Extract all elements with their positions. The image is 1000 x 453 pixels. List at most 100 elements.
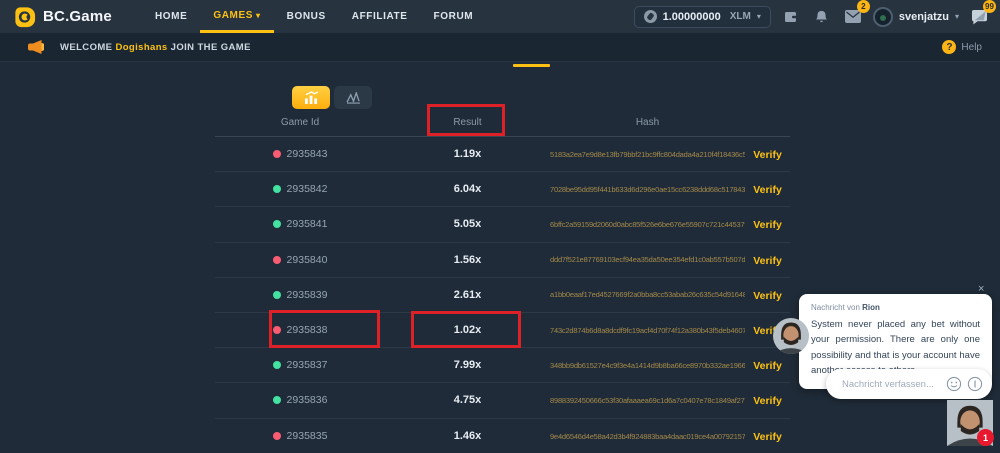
verify-link[interactable]: Verify (753, 360, 782, 372)
column-hash: Hash (550, 117, 745, 128)
table-row: 2935837 7.99x 348bb9db61527e4c9f3e4a1414… (215, 348, 790, 383)
hash-value: ddd7f521e87769103ecf94ea35da50ee354efd1c… (550, 255, 745, 264)
table-row: 2935841 5.05x 6bffc2a59159d2060d0abc85f5… (215, 207, 790, 242)
status-dot (273, 150, 281, 158)
chat-unread-badge: 1 (977, 429, 994, 446)
user-menu[interactable]: svenjatzu ▾ (873, 7, 959, 27)
result-value: 1.46x (385, 430, 550, 442)
trend-icon (346, 92, 361, 104)
bc-coin-icon (14, 6, 36, 28)
chevron-down-icon: ▾ (955, 12, 959, 21)
chat-toggle-button[interactable]: 99 (968, 6, 990, 28)
game-id: 2935840 (287, 254, 328, 266)
mail-icon (845, 10, 861, 23)
bar-view-button[interactable] (292, 86, 330, 109)
result-value: 1.02x (385, 324, 550, 336)
hash-value: 6bffc2a59159d2060d0abc85f526e6be676e5590… (550, 220, 745, 229)
welcomed-username: Dogishans (115, 42, 167, 53)
mail-badge: 2 (857, 0, 870, 13)
brand-logo[interactable]: BC.Game (14, 0, 112, 33)
status-dot (273, 220, 281, 228)
username: svenjatzu (899, 11, 949, 23)
header-right: 1.00000000 XLM ▾ 2 svenjatzu (634, 0, 990, 33)
chat-input[interactable]: Nachricht verfassen... (826, 369, 992, 399)
game-id: 2935837 (287, 359, 328, 371)
chat-message-meta: Nachricht von Rion (811, 303, 980, 312)
emoji-icon[interactable] (946, 376, 962, 392)
nav-home[interactable]: HOME (142, 0, 200, 33)
game-id: 2935835 (287, 430, 328, 442)
hash-value: 7028be95dd95f441b633d6d296e0ae15cc6238dd… (550, 185, 745, 194)
result-value: 5.05x (385, 218, 550, 230)
bar-chart-icon (304, 91, 319, 104)
game-id: 2935842 (287, 183, 328, 195)
table-rows: 2935843 1.19x 5183a2ea7e9d8e13fb79bbf21b… (215, 137, 790, 453)
notifications-button[interactable] (811, 6, 833, 28)
help-icon: ? (942, 40, 956, 54)
game-history-table: Game Id Result Hash 2935843 1.19x 5183a2… (215, 108, 790, 453)
user-avatar (873, 7, 893, 27)
view-toggles (292, 86, 372, 109)
verify-link[interactable]: Verify (753, 431, 782, 443)
hash-value: 5183a2ea7e9d8e13fb79bbf21bc9ffc804dada4a… (550, 150, 745, 159)
chat-sender-avatar (773, 318, 809, 354)
hash-value: 348bb9db61527e4c9f3e4a1414d9b8ba66ce8970… (550, 361, 745, 370)
result-value: 2.61x (385, 289, 550, 301)
hash-value: 743c2d874b6d8a8dcdf9fc19acf4d70f74f12a38… (550, 326, 745, 335)
chat-sender-name: Rion (862, 303, 880, 312)
nav-affiliate[interactable]: AFFILIATE (339, 0, 421, 33)
nav-bonus[interactable]: BONUS (274, 0, 339, 33)
top-header: BC.Game HOME GAMES▾ BONUS AFFILIATE FORU… (0, 0, 1000, 33)
table-row: 2935839 2.61x a1bb0eaaf17ed4527669f2a0bb… (215, 278, 790, 313)
status-dot (273, 361, 281, 369)
game-id: 2935843 (287, 148, 328, 160)
table-row: 2935843 1.19x 5183a2ea7e9d8e13fb79bbf21b… (215, 137, 790, 172)
result-value: 1.56x (385, 254, 550, 266)
nav-forum[interactable]: FORUM (421, 0, 487, 33)
verify-link[interactable]: Verify (753, 184, 782, 196)
wallet-button[interactable] (780, 6, 802, 28)
result-value: 7.99x (385, 359, 550, 371)
verify-link[interactable]: Verify (753, 149, 782, 161)
chat-launcher-avatar[interactable]: 1 (947, 400, 993, 446)
trend-view-button[interactable] (334, 86, 372, 109)
chat-close-button[interactable]: × (978, 283, 984, 295)
result-value: 1.19x (385, 148, 550, 160)
chat-input-placeholder: Nachricht verfassen... (842, 379, 946, 390)
announcement-banner: WELCOME Dogishans JOIN THE GAME ? Help (0, 33, 1000, 61)
balance-currency: XLM (730, 11, 751, 22)
hash-value: 8988392450666c53f30afaaaea69c1d6a7c0407e… (550, 396, 745, 405)
game-id: 2935836 (287, 394, 328, 406)
balance-selector[interactable]: 1.00000000 XLM ▾ (634, 6, 771, 28)
game-id: 2935841 (287, 218, 328, 230)
balance-amount: 1.00000000 (663, 11, 721, 23)
status-dot (273, 291, 281, 299)
nav-games[interactable]: GAMES▾ (200, 0, 273, 33)
game-id: 2935839 (287, 289, 328, 301)
verify-link[interactable]: Verify (753, 290, 782, 302)
table-row: 2935838 1.02x 743c2d874b6d8a8dcdf9fc19ac… (215, 313, 790, 348)
status-dot (273, 396, 281, 404)
chat-badge: 99 (983, 0, 996, 13)
status-dot (273, 326, 281, 334)
verify-link[interactable]: Verify (753, 255, 782, 267)
mail-button[interactable]: 2 (842, 6, 864, 28)
active-tab-indicator (513, 64, 550, 67)
content-divider (0, 61, 1000, 62)
verify-link[interactable]: Verify (753, 219, 782, 231)
table-row: 2935836 4.75x 8988392450666c53f30afaaaea… (215, 383, 790, 418)
attachment-icon[interactable] (967, 376, 983, 392)
hash-value: 9e4d6546d4e58a42d3b4f924883baa4daac019ce… (550, 432, 745, 441)
game-id: 2935838 (287, 324, 328, 336)
table-row: 2935840 1.56x ddd7f521e87769103ecf94ea35… (215, 243, 790, 278)
welcome-message: WELCOME Dogishans JOIN THE GAME (60, 42, 251, 53)
bell-icon (814, 9, 829, 25)
verify-link[interactable]: Verify (753, 395, 782, 407)
column-game-id: Game Id (215, 117, 385, 128)
hash-value: a1bb0eaaf17ed4527669f2a0bba8cc53abab26c6… (550, 290, 745, 299)
status-dot (273, 432, 281, 440)
main-nav: HOME GAMES▾ BONUS AFFILIATE FORUM (142, 0, 486, 33)
column-result: Result (385, 117, 550, 128)
table-row: 2935835 1.46x 9e4d6546d4e58a42d3b4f92488… (215, 419, 790, 453)
help-link[interactable]: ? Help (942, 40, 982, 54)
